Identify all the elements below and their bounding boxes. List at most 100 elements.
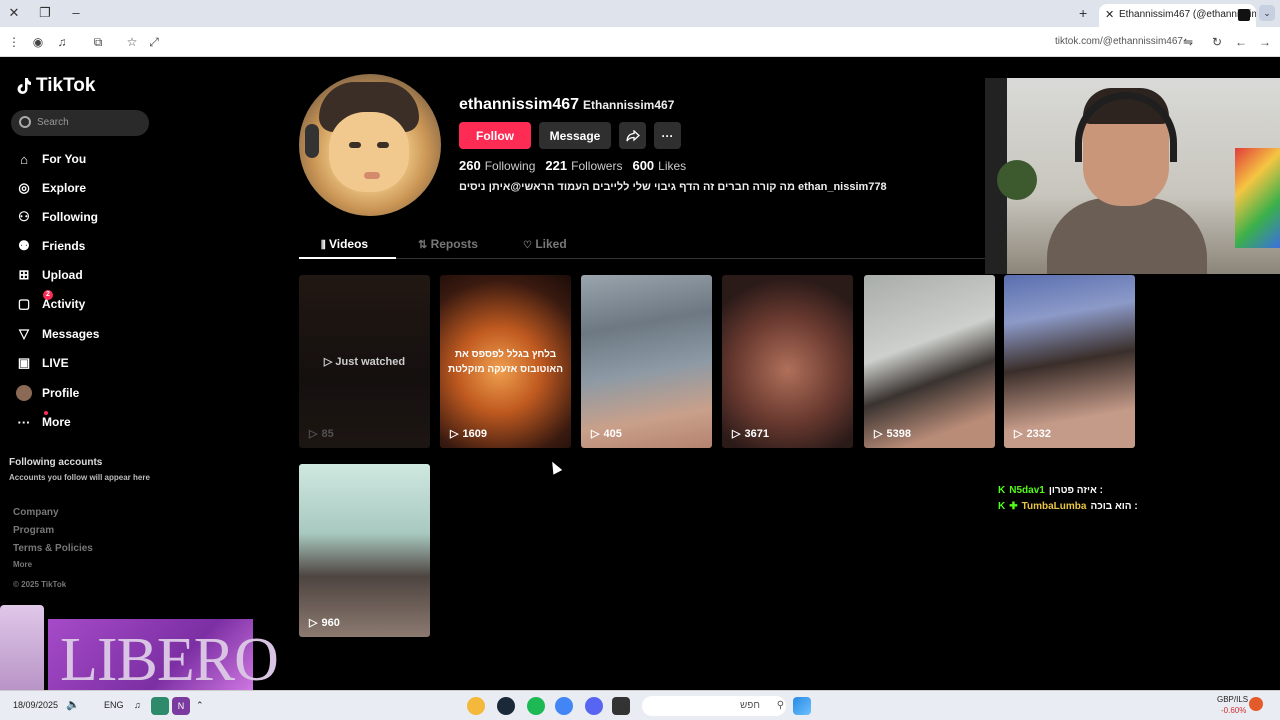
- onenote-icon[interactable]: N: [172, 697, 190, 715]
- following-stat[interactable]: 260 Following: [459, 158, 535, 173]
- view-count-text: 3671: [744, 427, 769, 440]
- bookmark-star-icon[interactable]: ☆: [124, 34, 140, 50]
- following-accounts-title: Following accounts: [9, 457, 103, 468]
- sidebar-item-explore[interactable]: ◎ Explore: [16, 178, 86, 198]
- app-icon[interactable]: [467, 697, 485, 715]
- file-explorer-icon[interactable]: [612, 697, 630, 715]
- video-card[interactable]: ▷ 2332: [1004, 275, 1135, 448]
- profile-icon[interactable]: ◉: [30, 34, 46, 50]
- video-caption: בלחץ בגלל לפספס את: [454, 349, 557, 360]
- sidebar-item-label: Friends: [42, 239, 86, 253]
- browser-tab[interactable]: ✕ Ethannissim467 (@ethannissim: [1099, 4, 1256, 27]
- tab-videos[interactable]: ⫼ Videos: [321, 237, 368, 251]
- footer-link-terms[interactable]: Terms & Policies: [13, 543, 93, 554]
- view-count: ▷ 5398: [874, 427, 911, 441]
- menu-dots-icon[interactable]: ⋮: [6, 34, 22, 50]
- microphone-icon[interactable]: ♫: [134, 700, 141, 710]
- footer-link-company[interactable]: Company: [13, 507, 59, 518]
- sidebar-item-upload[interactable]: ⊞ Upload: [16, 265, 83, 285]
- window-minimize-icon[interactable]: –: [66, 4, 86, 22]
- sidebar-item-label: Upload: [42, 268, 83, 282]
- profile-avatar-icon: [16, 385, 32, 401]
- taskbar-date: 18/09/2025: [13, 700, 59, 710]
- following-label: Following: [484, 159, 536, 173]
- screenshot-icon[interactable]: ⤢: [146, 34, 162, 50]
- video-card[interactable]: ▷ Just watched ▷ 85: [299, 275, 430, 448]
- follow-button[interactable]: Follow: [459, 122, 531, 149]
- message-button[interactable]: Message: [539, 122, 611, 149]
- video-card[interactable]: בלחץ בגלל לפספס את האוטובוס אזעקה מוקלטת…: [440, 275, 571, 448]
- steam-icon[interactable]: [497, 697, 515, 715]
- back-icon[interactable]: ←: [1233, 34, 1249, 50]
- language-indicator[interactable]: ENG: [104, 700, 124, 710]
- discord-icon[interactable]: [585, 697, 603, 715]
- footer-link-more[interactable]: More: [13, 560, 32, 569]
- new-tab-icon[interactable]: +: [1079, 5, 1087, 21]
- sidebar-item-label: More: [42, 415, 71, 429]
- forward-icon[interactable]: →: [1257, 34, 1273, 50]
- tiktok-note-icon: [17, 78, 31, 94]
- windows-start-icon[interactable]: [793, 697, 811, 715]
- window-restore-icon[interactable]: ❐: [35, 4, 55, 22]
- video-card[interactable]: ▷ 5398: [864, 275, 995, 448]
- speaker-icon[interactable]: 🔈: [66, 698, 80, 711]
- video-card[interactable]: ▷ 405: [581, 275, 712, 448]
- taskbar-search-placeholder: חפש: [740, 700, 760, 711]
- play-icon: ▷: [732, 428, 741, 440]
- share-button[interactable]: [619, 122, 646, 149]
- more-options-button[interactable]: ···: [654, 122, 681, 149]
- search-input[interactable]: Search: [11, 110, 149, 136]
- tab-reposts[interactable]: ⇅ Reposts: [418, 237, 478, 251]
- live-icon: ▣: [17, 355, 31, 370]
- video-card[interactable]: ▷ 3671: [722, 275, 853, 448]
- sidebar-item-label: Profile: [42, 386, 80, 400]
- sparkle-badge-icon: ✚: [1009, 501, 1018, 512]
- reload-icon[interactable]: ↻: [1209, 34, 1225, 50]
- sidebar-item-friends[interactable]: ⚉ Friends: [16, 236, 85, 256]
- chevron-up-icon[interactable]: ⌃: [196, 700, 204, 711]
- chat-message: K N5dav1 איזה פטרון :: [998, 485, 1103, 496]
- media-icon[interactable]: ♫: [54, 34, 70, 50]
- activity-badge: 2: [43, 290, 53, 300]
- notification-icon[interactable]: [1249, 697, 1263, 711]
- followers-stat[interactable]: 221 Followers: [545, 158, 622, 173]
- footer-link-program[interactable]: Program: [13, 525, 54, 536]
- tab-list-chevron-icon[interactable]: ⌄: [1259, 5, 1275, 21]
- tab-liked[interactable]: ♡ Liked: [523, 237, 567, 251]
- play-icon: ▷: [309, 617, 318, 629]
- tiktok-logo[interactable]: TikTok: [16, 75, 95, 97]
- video-caption: האוטובוס אזעקה מוקלטת: [448, 364, 563, 375]
- extensions-icon[interactable]: ⧉: [90, 34, 106, 50]
- sponsor-brand: LIBERO: [60, 626, 279, 694]
- chat-message: K ✚ TumbaLumba הוא בוכה :: [998, 501, 1138, 512]
- sidebar-item-following[interactable]: ⚇ Following: [16, 207, 98, 227]
- ellipsis-icon: ···: [661, 128, 674, 143]
- sidebar-item-label: LIVE: [42, 356, 69, 370]
- play-icon: ▷: [874, 428, 883, 440]
- likes-stat: 600 Likes: [632, 158, 686, 173]
- likes-count: 600: [632, 158, 655, 173]
- window-close-icon[interactable]: ✕: [4, 4, 24, 22]
- spotify-icon[interactable]: [527, 697, 545, 715]
- sidebar-item-live[interactable]: ▣ LIVE: [16, 353, 69, 373]
- address-bar[interactable]: tiktok.com/@ethannissim467: [1055, 36, 1183, 47]
- tray-app-icon[interactable]: [151, 697, 169, 715]
- search-icon: ⚲: [776, 700, 785, 711]
- heart-icon: ♡: [523, 240, 532, 251]
- sidebar-item-messages[interactable]: ▽ Messages: [16, 324, 99, 344]
- sidebar-item-activity[interactable]: ▢ 2 Activity: [16, 290, 85, 314]
- taskbar-search-input[interactable]: חפש ⚲: [642, 696, 786, 716]
- perfume-bottle-image: [0, 605, 44, 698]
- chrome-icon[interactable]: [555, 697, 573, 715]
- sidebar-item-for-you[interactable]: ⌂ For You: [16, 149, 86, 169]
- video-card[interactable]: ▷ 960: [299, 464, 430, 637]
- tab-close-icon[interactable]: ✕: [1105, 8, 1114, 21]
- followers-count: 221: [545, 158, 568, 173]
- kick-icon: K: [998, 485, 1006, 496]
- play-icon: ▷: [591, 428, 600, 440]
- sidebar-item-more[interactable]: ··· More: [16, 411, 71, 432]
- site-settings-icon[interactable]: ⇋: [1180, 34, 1196, 50]
- sidebar-item-profile[interactable]: Profile: [16, 383, 79, 403]
- avatar-eye: [349, 142, 361, 148]
- streamer-webcam-overlay: [985, 78, 1280, 274]
